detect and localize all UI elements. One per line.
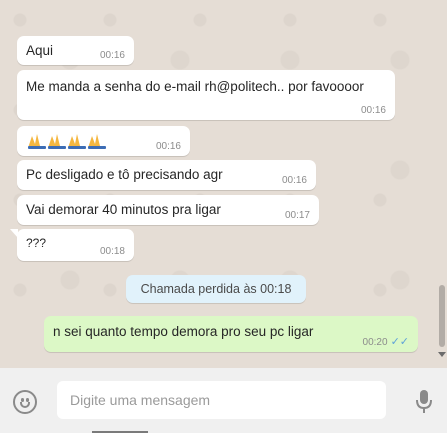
message-time: 00:20	[362, 337, 388, 348]
microphone-icon[interactable]	[414, 388, 434, 416]
message-bubble-4[interactable]: Pc desligado e tô precisando agr 00:16	[17, 160, 316, 190]
message-input[interactable]: Digite uma mensagem	[57, 381, 386, 419]
message-bubble-5[interactable]: Vai demorar 40 minutos pra ligar 00:17	[17, 195, 319, 225]
missed-call-notice: Chamada perdida às 00:18	[126, 275, 306, 303]
message-text: Vai demorar 40 minutos pra ligar	[26, 202, 221, 217]
message-text: Me manda a senha do e-mail rh@politech..…	[26, 79, 364, 94]
scrollbar-thumb[interactable]	[439, 285, 445, 347]
message-text: Aqui	[26, 43, 54, 58]
message-bubble-1[interactable]: Aqui 00:16	[17, 36, 134, 65]
double-check-icon: ✓✓	[390, 336, 409, 348]
composer-bar: Digite uma mensagem	[0, 368, 447, 433]
missed-call-text: Chamada perdida às 00:18	[140, 282, 292, 296]
chat-area[interactable]: Aqui 00:16 Me manda a senha do e-mail rh…	[0, 0, 447, 368]
message-bubble-3[interactable]: 00:16	[17, 126, 190, 156]
weary-hands-icon	[26, 130, 110, 149]
message-time-row: 00:20 ✓✓	[363, 335, 409, 348]
message-text: n sei quanto tempo demora pro seu pc lig…	[53, 324, 314, 339]
message-input-placeholder: Digite uma mensagem	[70, 392, 211, 408]
message-text: Pc desligado e tô precisando agr	[26, 167, 223, 182]
message-time: 00:16	[360, 105, 386, 116]
message-time: 00:16	[99, 50, 125, 61]
message-bubble-6[interactable]: ??? 00:18	[10, 229, 134, 261]
message-bubble-2[interactable]: Me manda a senha do e-mail rh@politech..…	[17, 70, 395, 120]
message-text: ???	[26, 236, 47, 250]
scroll-down-arrow-icon[interactable]	[438, 352, 446, 357]
message-time: 00:16	[155, 141, 181, 152]
message-time: 00:17	[284, 210, 310, 221]
message-bubble-7[interactable]: n sei quanto tempo demora pro seu pc lig…	[44, 316, 418, 352]
message-time: 00:18	[99, 246, 125, 257]
emoji-icon[interactable]	[13, 390, 37, 414]
message-time: 00:16	[281, 175, 307, 186]
